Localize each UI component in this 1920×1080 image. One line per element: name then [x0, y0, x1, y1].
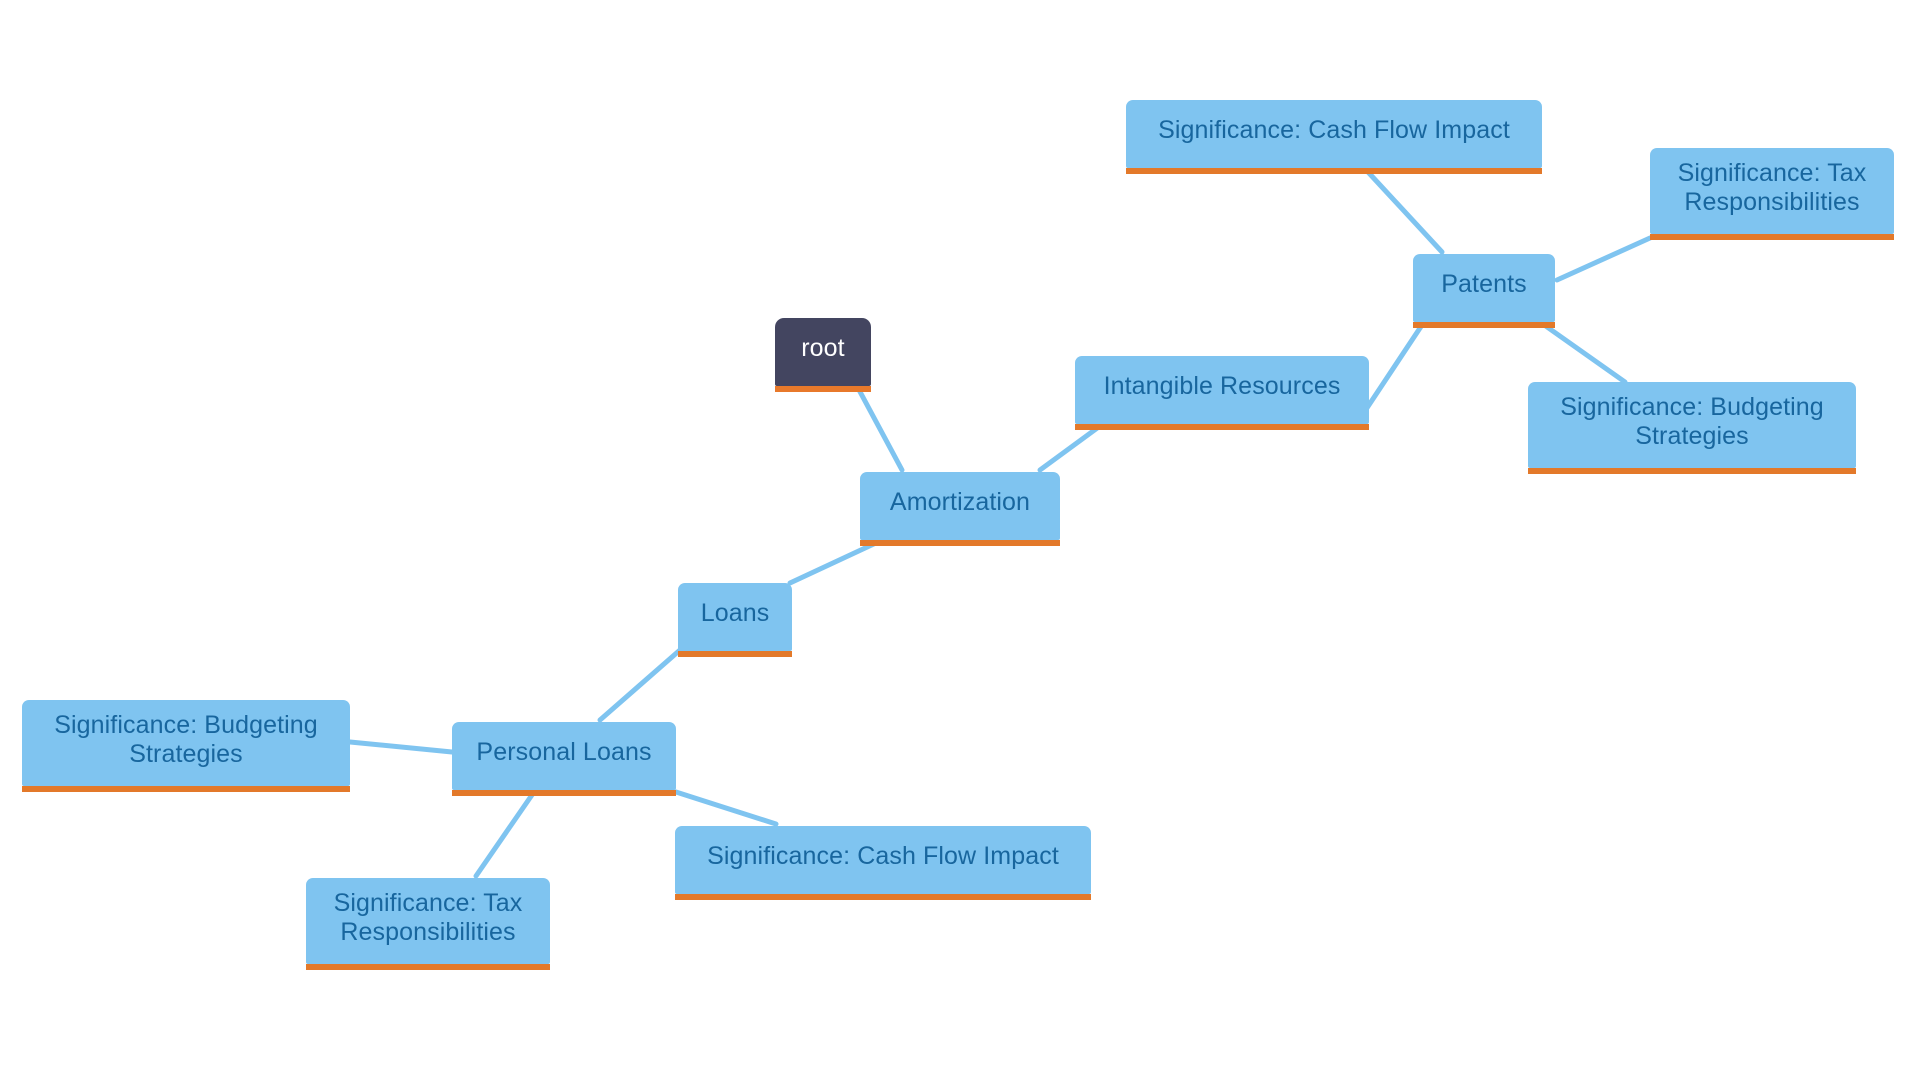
edge-amortization-loans [787, 539, 881, 586]
edge-personal-budgeting-edge [347, 739, 455, 755]
node-personal-budgeting[interactable]: Significance: Budgeting Strategies [22, 700, 350, 792]
node-patents[interactable]: Patents [1413, 254, 1555, 328]
node-amortization[interactable]: Amortization [860, 472, 1060, 546]
edge-patents-tax-edge [1554, 235, 1653, 283]
node-patents-cash-flow[interactable]: Significance: Cash Flow Impact [1126, 100, 1542, 174]
node-patents-budgeting[interactable]: Significance: Budgeting Strategies [1528, 382, 1856, 474]
node-root[interactable]: root [775, 318, 871, 392]
mindmap-canvas: root Amortization Intangible Resources Pate… [0, 0, 1920, 1080]
edge-patents-budgeting-edge [1537, 319, 1628, 385]
node-personal-loans[interactable]: Personal Loans [452, 722, 676, 796]
node-loans[interactable]: Loans [678, 583, 792, 657]
edge-amortization-intangible [1037, 423, 1103, 473]
node-intangible-resources[interactable]: Intangible Resources [1075, 356, 1369, 430]
node-personal-cash-flow[interactable]: Significance: Cash Flow Impact [675, 826, 1091, 900]
edge-root-amortization [855, 385, 905, 473]
edge-patents-cashflow-edge [1365, 169, 1445, 255]
node-patents-tax[interactable]: Significance: Tax Responsibilities [1650, 148, 1894, 240]
edge-personal-tax-edge [473, 789, 537, 879]
edge-personal-cashflow-edge [673, 789, 779, 827]
node-personal-tax[interactable]: Significance: Tax Responsibilities [306, 878, 550, 970]
edge-loans-personal [597, 647, 683, 723]
